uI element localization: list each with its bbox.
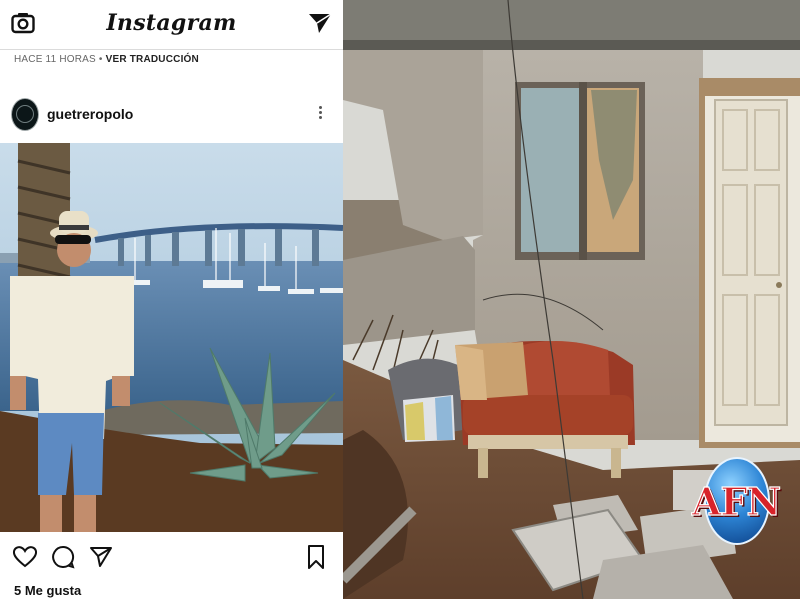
post-username[interactable]: guetreropolo	[47, 106, 133, 122]
post-meta: HACE 11 HORAS • VER TRADUCCIÓN	[14, 54, 199, 65]
instagram-top-bar: Instagram	[0, 0, 343, 50]
post-timestamp: HACE 11 HORAS	[14, 54, 96, 65]
avatar[interactable]	[11, 98, 39, 131]
post-photo	[0, 143, 343, 532]
like-count[interactable]: 5 Me gusta	[14, 583, 81, 598]
post-author-row: guetreropolo	[0, 98, 343, 134]
more-dots-icon[interactable]	[310, 104, 330, 126]
instagram-post-panel: Instagram HACE 11 HORAS • VER TRADUCCIÓN g…	[0, 0, 343, 599]
post-action-bar	[0, 540, 343, 576]
instagram-logo: Instagram	[106, 10, 237, 36]
comment-bubble-icon[interactable]	[51, 545, 75, 569]
afn-watermark-logo: AFN	[680, 455, 792, 555]
bookmark-icon[interactable]	[306, 544, 326, 570]
heart-icon[interactable]	[12, 545, 38, 569]
share-paper-plane-icon[interactable]	[89, 545, 113, 569]
meta-separator: •	[98, 54, 103, 65]
direct-message-icon[interactable]	[307, 11, 333, 35]
see-translation-link[interactable]: VER TRADUCCIÓN	[106, 54, 199, 65]
afn-logo-text: AFN	[691, 478, 781, 524]
